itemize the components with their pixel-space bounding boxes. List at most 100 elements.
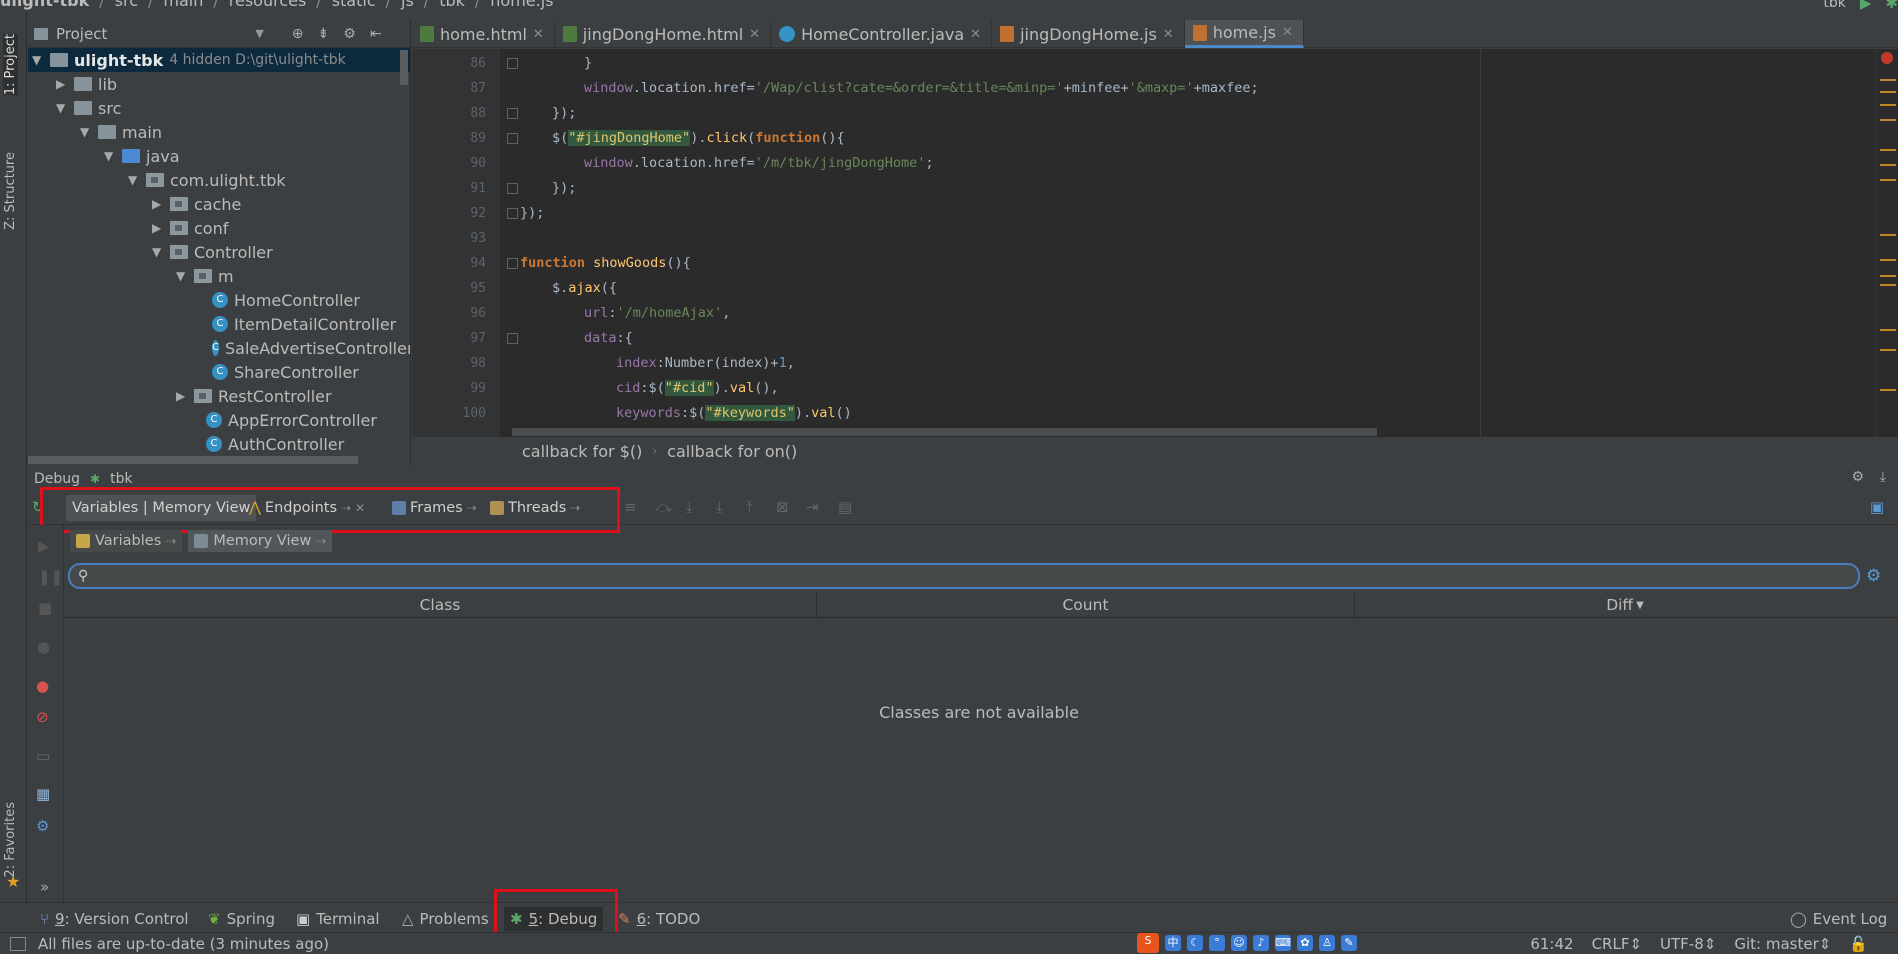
tab-home-js[interactable]: home.js ✕ <box>1184 20 1304 48</box>
close-icon[interactable]: ✕ <box>1163 27 1174 42</box>
drop-frame-icon[interactable]: ⊠ <box>776 498 789 516</box>
collapsed-arrow-icon[interactable]: ▶ <box>176 389 188 403</box>
nav-crumb-js[interactable]: js <box>401 0 414 10</box>
debug-session-name[interactable]: tbk <box>110 471 132 487</box>
hide-icon[interactable]: ⇤ <box>370 26 382 42</box>
gear-icon[interactable]: ⚙ <box>1851 469 1864 485</box>
encoding-select[interactable]: UTF-8⇕ <box>1660 935 1716 953</box>
tree-item-sale-advertise-controller[interactable]: C SaleAdvertiseController <box>212 336 410 360</box>
close-icon[interactable]: ✕ <box>1282 25 1293 40</box>
class-search-field[interactable]: ⚲ <box>68 563 1860 589</box>
expanded-arrow-icon[interactable]: ▼ <box>56 101 68 115</box>
punctuation-icon[interactable]: ° <box>1209 935 1225 951</box>
chevron-down-icon[interactable]: ▼ <box>255 27 263 40</box>
collapsed-arrow-icon[interactable]: ▶ <box>152 221 164 235</box>
shirt-icon[interactable]: ♙ <box>1319 935 1335 951</box>
tree-item-src[interactable]: ▼ src <box>56 96 121 120</box>
expanded-arrow-icon[interactable]: ▼ <box>80 125 92 139</box>
collapse-all-icon[interactable]: ⇟ <box>318 26 330 42</box>
tree-item-main[interactable]: ▼ main <box>80 120 162 144</box>
line-separator-select[interactable]: CRLF⇕ <box>1592 935 1642 953</box>
stop-icon[interactable]: ■ <box>38 599 52 617</box>
restore-layout-icon[interactable]: ▣ <box>1870 498 1884 516</box>
run-icon[interactable]: ▶ <box>1860 0 1872 12</box>
nav-crumb-tbk[interactable]: tbk <box>439 0 465 10</box>
subtab-memory-view[interactable]: Memory View ⇢ <box>188 530 333 552</box>
nav-crumb-resources[interactable]: resources <box>229 0 307 10</box>
emoji-icon[interactable]: ☺ <box>1231 935 1247 951</box>
tree-item-java[interactable]: ▼ java <box>104 144 180 168</box>
fold-marker-icon[interactable] <box>507 208 518 219</box>
search-input[interactable] <box>98 567 1838 585</box>
gear-icon[interactable]: ⚙ <box>343 26 356 42</box>
nav-crumb-static[interactable]: static <box>332 0 376 10</box>
favorites-tool-tab[interactable]: 2: Favorites <box>3 802 18 878</box>
tree-item-home-controller[interactable]: C HomeController <box>212 288 360 312</box>
step-over-icon[interactable]: ⤼ <box>656 498 672 516</box>
fold-marker-icon[interactable] <box>507 58 518 69</box>
toggle-tool-windows-icon[interactable] <box>10 937 26 951</box>
memory-table-body[interactable]: Classes are not available <box>64 619 1898 902</box>
pin-icon[interactable]: ⇢ <box>166 534 176 548</box>
expanded-arrow-icon[interactable]: ▼ <box>104 149 116 163</box>
close-icon[interactable]: ✕ <box>749 27 760 42</box>
evaluate-expression-icon[interactable]: ▤ <box>838 498 852 516</box>
toolwindow-version-control[interactable]: ⑂ 9: Version Control <box>40 907 189 931</box>
close-icon[interactable]: ✕ <box>533 27 544 42</box>
collapsed-arrow-icon[interactable]: ▶ <box>152 197 164 211</box>
tab-homecontroller-java[interactable]: HomeController.java ✕ <box>771 20 993 48</box>
expanded-arrow-icon[interactable]: ▼ <box>32 53 44 67</box>
fold-marker-icon[interactable] <box>507 108 518 119</box>
lock-icon[interactable]: 🔓 <box>1849 935 1868 953</box>
step-into-icon[interactable]: ⤓ <box>686 498 693 516</box>
keyboard-icon[interactable]: ⌨ <box>1275 935 1291 951</box>
breadcrumb-item[interactable]: callback for $() <box>522 442 642 461</box>
tree-item-item-detail-controller[interactable]: C ItemDetailController <box>212 312 396 336</box>
resume-icon[interactable]: ▶ <box>38 537 50 555</box>
code-editor[interactable]: } window.location.href='/Wap/clist?cate=… <box>500 49 1875 437</box>
tree-item-share-controller[interactable]: C ShareController <box>212 360 359 384</box>
tree-item-auth-controller[interactable]: C AuthController <box>206 432 344 456</box>
status-message[interactable]: All files are up-to-date (3 minutes ago) <box>38 935 329 953</box>
tree-item-conf[interactable]: ▶ conf <box>152 216 228 240</box>
project-tool-tab[interactable]: 1: Project <box>3 34 18 96</box>
editor-horizontal-scrollbar[interactable] <box>512 428 1377 436</box>
fold-marker-icon[interactable] <box>507 183 518 194</box>
tree-item-ulight-tbk[interactable]: ▼ ulight-tbk 4 hidden D:\git\ulight-tbk <box>28 48 410 72</box>
toolwindow-terminal[interactable]: ▣ Terminal <box>296 907 380 931</box>
memory-settings-gear-icon[interactable]: ⚙ <box>1866 566 1881 586</box>
collapsed-arrow-icon[interactable]: ▶ <box>56 77 68 91</box>
layout-icon[interactable]: ▦ <box>36 785 50 803</box>
structure-tool-tab[interactable]: Z: Structure <box>3 152 18 230</box>
nav-crumb-file[interactable]: home.js <box>490 0 553 10</box>
tree-item-controller[interactable]: ▼ Controller <box>152 240 273 264</box>
tree-item-package[interactable]: ▼ com.ulight.tbk <box>128 168 286 192</box>
ime-language[interactable]: 中 <box>1165 935 1181 951</box>
ime-logo-icon[interactable]: S <box>1137 933 1159 953</box>
hide-panel-icon[interactable]: ⤓ <box>1880 469 1886 485</box>
nav-crumb-main[interactable]: main <box>163 0 203 10</box>
run-config-select[interactable]: tbk <box>1823 0 1845 11</box>
caret-position[interactable]: 61:42 <box>1530 935 1573 953</box>
close-icon[interactable]: ✕ <box>970 27 981 42</box>
show-execution-point-icon[interactable]: ≡ <box>624 498 637 516</box>
pin-icon[interactable]: ⇢ <box>316 534 326 548</box>
fold-marker-icon[interactable] <box>507 258 518 269</box>
tree-item-m[interactable]: ▼ m <box>176 264 234 288</box>
tab-jingdonghome-js[interactable]: jingDongHome.js ✕ <box>992 20 1185 48</box>
nav-crumb-project[interactable]: ulight-tbk <box>0 0 89 10</box>
error-icon[interactable] <box>1881 52 1893 64</box>
column-header-count[interactable]: Count <box>817 592 1355 618</box>
step-out-icon[interactable]: ⤒ <box>746 498 753 516</box>
breakpoints-icon[interactable]: ● <box>36 677 49 695</box>
tree-item-app-error-controller[interactable]: C AppErrorController <box>206 408 377 432</box>
toolwindow-spring[interactable]: ❦ Spring <box>208 907 275 931</box>
column-header-diff[interactable]: Diff ▼ <box>1355 592 1895 618</box>
tab-jingdonghome-html[interactable]: jingDongHome.html ✕ <box>555 20 772 48</box>
project-view-title[interactable]: Project <box>56 25 107 43</box>
settings-gear-icon[interactable]: ⚙ <box>36 817 49 835</box>
column-header-class[interactable]: Class <box>64 592 817 618</box>
tab-home-html[interactable]: home.html ✕ <box>412 20 555 48</box>
wrench-icon[interactable]: ✎ <box>1341 935 1357 951</box>
fold-marker-icon[interactable] <box>507 333 518 344</box>
